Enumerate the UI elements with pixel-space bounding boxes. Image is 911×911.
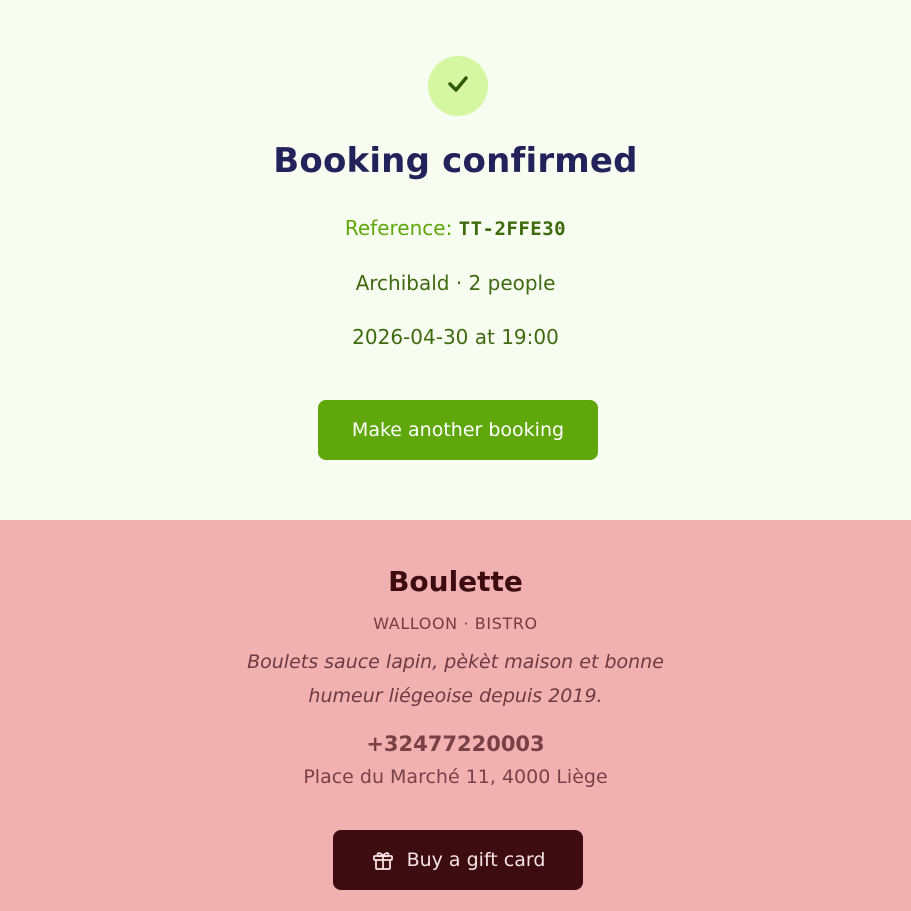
page-title: Booking confirmed [273, 141, 638, 181]
guest-summary: Archibald · 2 people [355, 271, 556, 295]
restaurant-address: Place du Marché 11, 4000 Liège [303, 766, 608, 788]
booking-datetime: 2026-04-30 at 19:00 [352, 325, 559, 349]
gift-card-label: Buy a gift card [406, 849, 546, 871]
make-another-booking-button[interactable]: Make another booking [318, 400, 598, 460]
restaurant-cuisine: WALLOON · BISTRO [373, 614, 538, 633]
restaurant-info-panel: Boulette WALLOON · BISTRO Boulets sauce … [0, 520, 911, 911]
reference-line: Reference: TT-2FFE30 [0, 216, 911, 240]
reference-label: Reference: [344, 216, 459, 240]
buy-gift-card-button[interactable]: Buy a gift card [333, 830, 583, 890]
restaurant-phone[interactable]: +32477220003 [0, 732, 911, 756]
gift-icon [371, 848, 395, 872]
confirmation-panel: Booking confirmed Reference: TT-2FFE30 A… [0, 0, 911, 520]
check-badge [428, 56, 488, 116]
restaurant-name: Boulette [388, 565, 523, 598]
restaurant-description: Boulets sauce lapin, pèkèt maison et bon… [247, 651, 664, 707]
check-icon [447, 75, 469, 97]
reference-code: TT-2FFE30 [458, 218, 567, 240]
